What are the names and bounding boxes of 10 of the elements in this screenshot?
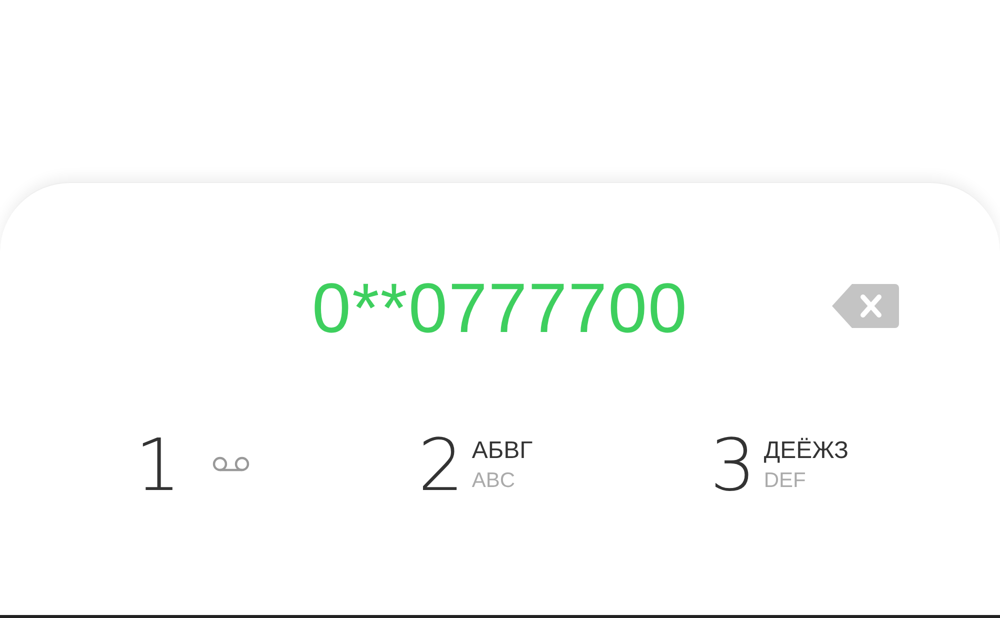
key-digit[interactable]: 2 (418, 429, 464, 501)
backspace-icon[interactable] (832, 284, 899, 328)
voicemail-icon (210, 456, 251, 474)
key-digit[interactable]: 1 (135, 429, 181, 501)
key-digit[interactable]: 3 (710, 429, 756, 501)
dialed-number: 0**0777700 (312, 268, 688, 348)
key-letters: ABC (472, 469, 516, 493)
key-letters: DEF (764, 469, 807, 493)
key-letters: АБВГ (472, 437, 533, 465)
key-letters: ДЕЁЖЗ (764, 437, 848, 465)
